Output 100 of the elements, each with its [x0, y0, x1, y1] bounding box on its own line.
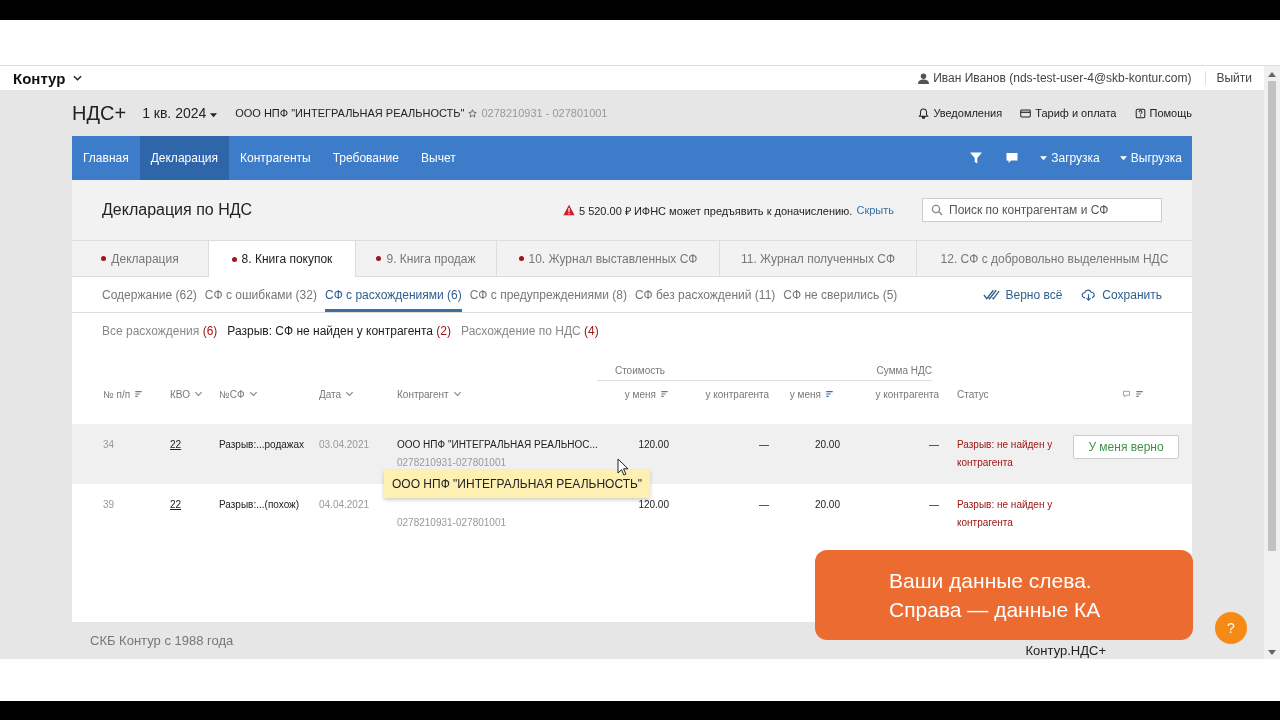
nav-item[interactable]: Требование: [321, 136, 410, 180]
caret-icon: [1119, 155, 1127, 161]
column-header[interactable]: у меня: [624, 388, 656, 400]
tooltip: ООО НПФ "ИНТЕГРАЛЬНАЯ РЕАЛЬНОСТЬ": [384, 470, 651, 498]
star-icon[interactable]: [468, 108, 478, 118]
brand-menu[interactable]: Контур: [13, 69, 83, 87]
chevron-icon[interactable]: [193, 390, 203, 398]
header-link[interactable]: Уведомления: [918, 107, 1003, 119]
double-check-icon: [983, 288, 1001, 301]
counterparty-name: ООО НПФ "ИНТЕГРАЛЬНАЯ РЕАЛЬНОС...: [397, 438, 599, 452]
search-field[interactable]: Поиск по контрагентам и СФ: [922, 198, 1162, 222]
tab-label: 8. Книга покупок: [241, 252, 333, 266]
bell-icon: [918, 107, 930, 119]
user-icon: [918, 72, 930, 84]
user-name: Иван Иванов (nds-test-user-4@skb-kontur.com): [933, 71, 1192, 85]
warning-text: 5 520.00 ₽ ИФНС может предъявить к доначислению.: [578, 203, 853, 218]
filter-link[interactable]: Разрыв: СФ не найден у контрагента (2): [227, 324, 452, 338]
column-header[interactable]: Статус: [957, 388, 989, 400]
table-cell-text: Разрыв:...родажах: [219, 438, 306, 452]
table-cell-text: 03.04.2021: [319, 438, 371, 452]
confirm-button[interactable]: У меня верно: [1073, 435, 1179, 459]
subtab[interactable]: СФ с расхождениями (6): [324, 277, 462, 312]
filter-link[interactable]: Все расхождения (6): [102, 324, 218, 338]
page-title: Декларация по НДС: [102, 201, 253, 219]
nav-item[interactable]: Главная: [72, 136, 140, 180]
nav-item[interactable]: Вычет: [410, 136, 467, 180]
column-header[interactable]: № п/п: [103, 388, 131, 400]
nav-item[interactable]: Контрагенты: [229, 136, 322, 180]
tab-label: 9. Книга продаж: [386, 251, 476, 266]
chevron-icon[interactable]: [452, 390, 462, 398]
counterparty-ids: 0278210931-027801001: [397, 456, 507, 470]
caption-line: Ваши данные слева.: [889, 568, 1093, 594]
chevron-icon[interactable]: [248, 390, 258, 398]
column-header[interactable]: КВО: [170, 388, 190, 400]
subtab[interactable]: СФ с ошибками (32): [204, 277, 317, 312]
tab[interactable]: 8. Книга покупок: [209, 241, 356, 277]
table-cell-text: —: [928, 438, 940, 452]
column-header[interactable]: №СФ: [219, 388, 245, 400]
organization-name: ООО НПФ "ИНТЕГРАЛЬНАЯ РЕАЛЬНОСТЬ": [235, 107, 465, 119]
tab[interactable]: 9. Книга продаж: [356, 241, 497, 276]
tab[interactable]: 10. Журнал выставленных СФ: [497, 241, 720, 276]
kvo-link[interactable]: 22: [167, 438, 219, 452]
tab[interactable]: 11. Журнал полученных СФ: [720, 241, 917, 276]
status-text: Разрыв: не найден у контрагента: [956, 438, 1054, 470]
nav-menu[interactable]: Загрузка: [1030, 136, 1110, 180]
tab-label: Декларация: [111, 251, 179, 266]
header-link[interactable]: Тариф и оплата: [1020, 107, 1117, 119]
scrollbar[interactable]: [1264, 66, 1280, 659]
hide-link[interactable]: Скрыть: [856, 204, 894, 216]
chevron-icon: [73, 75, 83, 81]
tab-label: 11. Журнал полученных СФ: [740, 251, 896, 266]
tab[interactable]: 12. СФ с добровольно выделенным НДС: [917, 241, 1192, 276]
table-cell-text: 20.00: [813, 498, 841, 512]
sort-icon[interactable]: [825, 390, 834, 398]
footer-product: Контур.НДС+: [1025, 643, 1106, 658]
column-header[interactable]: Контрагент: [397, 388, 449, 400]
copyright-text: СКБ Контур с 1988 года: [90, 633, 234, 648]
table-cell-text: 04.04.2021: [319, 498, 371, 512]
caret-icon: [210, 113, 218, 118]
table-cell-text: —: [928, 498, 940, 512]
cloud-download-icon: [1080, 288, 1098, 301]
subtab[interactable]: СФ не сверились (5): [783, 277, 898, 312]
table-cell-text: 34: [102, 438, 116, 452]
sort-icon[interactable]: [660, 390, 669, 398]
subtab[interactable]: Содержание (62): [102, 277, 197, 312]
column-header[interactable]: у меня: [789, 388, 821, 400]
subtab[interactable]: СФ с предупреждениями (8): [469, 277, 627, 312]
action-link[interactable]: Верно всё: [983, 277, 1063, 312]
warning-icon: [562, 204, 575, 216]
column-group-header: Сумма НДС: [737, 365, 932, 381]
period-dropdown[interactable]: 1 кв. 2024: [142, 105, 218, 121]
column-header[interactable]: Дата: [319, 388, 342, 400]
sort-icon[interactable]: [134, 390, 144, 398]
nav-item[interactable]: Декларация: [139, 136, 229, 180]
table-cell-text: 120.00: [637, 498, 670, 512]
caption-line: Справа — данные КА: [889, 597, 1102, 623]
table-cell-text: —: [758, 498, 770, 512]
sort-icon[interactable]: [1135, 390, 1144, 398]
credit-card-icon: [1020, 107, 1032, 119]
header-link[interactable]: Помощь: [1134, 107, 1192, 119]
caret-icon: [1040, 155, 1048, 161]
table-cell-text: 120.00: [637, 438, 670, 452]
comment-icon[interactable]: [1122, 390, 1131, 398]
nav-menu[interactable]: Выгрузка: [1109, 136, 1192, 180]
table-cell-text: Разрыв:...(похож): [219, 498, 301, 512]
logout-link[interactable]: Выйти: [1205, 71, 1252, 85]
table-cell-text: 20.00: [813, 438, 841, 452]
filter-icon[interactable]: [969, 151, 984, 165]
column-header[interactable]: у контрагента: [875, 388, 939, 400]
filter-link[interactable]: Расхождение по НДС (4): [461, 324, 599, 338]
tab-label: 12. СФ с добровольно выделенным НДС: [940, 251, 1169, 266]
column-header[interactable]: у контрагента: [705, 388, 769, 400]
table-cell-text: 39: [102, 498, 116, 512]
chevron-icon[interactable]: [345, 390, 355, 398]
subtab[interactable]: СФ без расхождений (11): [634, 277, 776, 312]
comment-icon[interactable]: [1005, 151, 1020, 165]
counterparty-ids: 0278210931-027801001: [397, 516, 507, 530]
action-link[interactable]: Сохранить: [1080, 277, 1162, 312]
kvo-link[interactable]: 22: [167, 498, 219, 512]
product-title: НДС+: [72, 101, 127, 125]
